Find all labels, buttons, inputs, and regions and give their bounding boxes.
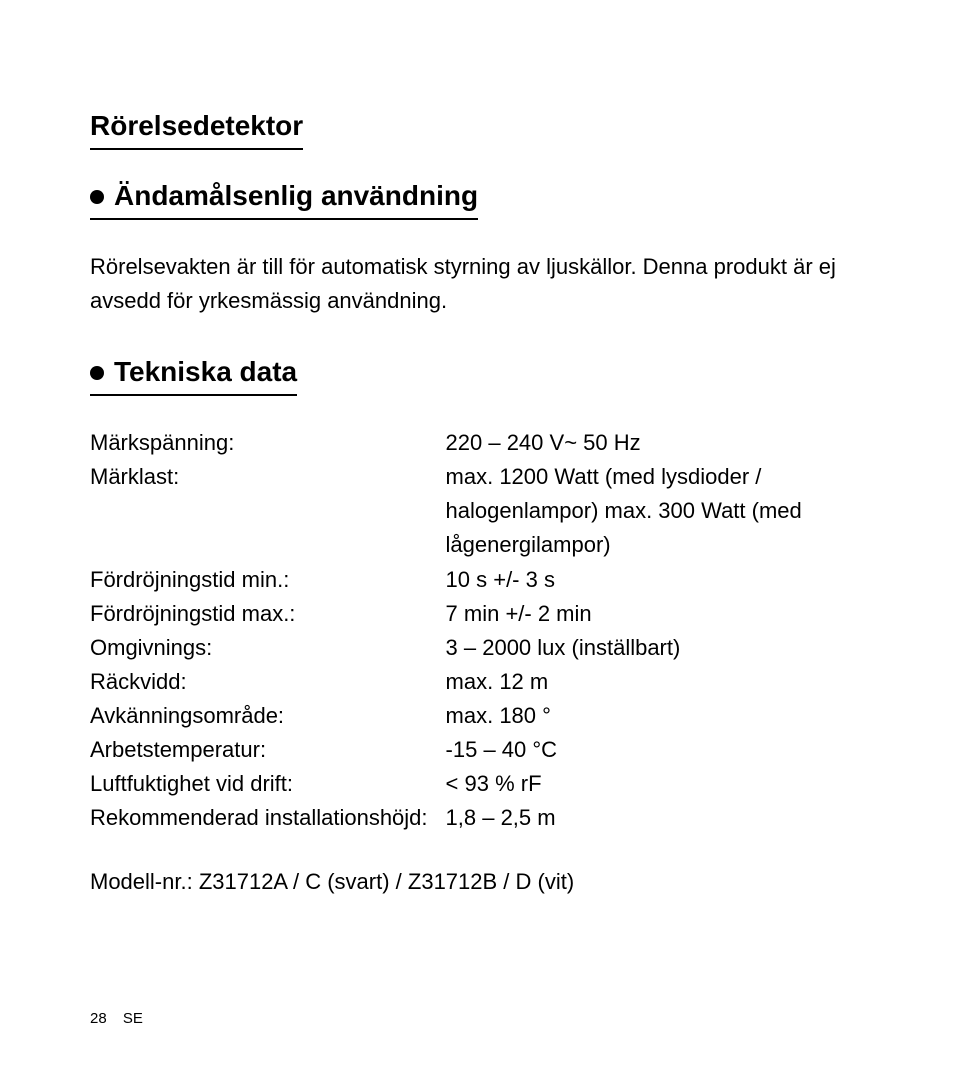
spec-label: Räckvidd: [90,665,446,699]
model-number: Modell-nr.: Z31712A / C (svart) / Z31712… [90,865,864,899]
spec-label: Avkänningsområde: [90,699,446,733]
spec-row: Märklast: max. 1200 Watt (med lysdioder … [90,460,864,562]
intended-use-paragraph: Rörelsevakten är till för automatisk sty… [90,250,864,318]
bullet-icon [90,190,104,204]
spec-label: Fördröjningstid max.: [90,597,446,631]
spec-table: Märkspänning: 220 – 240 V~ 50 Hz Märklas… [90,426,864,835]
page-lang: SE [123,1010,143,1027]
spec-row: Luftfuktighet vid drift: < 93 % rF [90,767,864,801]
spec-label: Märkspänning: [90,426,446,460]
spec-value: max. 180 ° [446,699,864,733]
section-heading-tech-data: Tekniska data [90,356,297,396]
section-heading-text: Ändamålsenlig användning [114,180,478,212]
spec-row: Omgivnings: 3 – 2000 lux (inställbart) [90,631,864,665]
spec-label: Arbetstemperatur: [90,733,446,767]
document-page: Rörelsedetektor Ändamålsenlig användning… [0,0,954,1067]
spec-row: Fördröjningstid max.: 7 min +/- 2 min [90,597,864,631]
spec-value: max. 12 m [446,665,864,699]
spec-row: Avkänningsområde: max. 180 ° [90,699,864,733]
spec-label: Omgivnings: [90,631,446,665]
spec-label: Fördröjningstid min.: [90,563,446,597]
spec-row: Räckvidd: max. 12 m [90,665,864,699]
spec-label: Luftfuktighet vid drift: [90,767,446,801]
spec-value: 7 min +/- 2 min [446,597,864,631]
spec-row: Arbetstemperatur: -15 – 40 °C [90,733,864,767]
section-heading-text: Tekniska data [114,356,297,388]
section-heading-intended-use: Ändamålsenlig användning [90,180,478,220]
page-footer: 28 SE [90,1010,143,1027]
spec-row: Fördröjningstid min.: 10 s +/- 3 s [90,563,864,597]
spec-value: 10 s +/- 3 s [446,563,864,597]
page-title: Rörelsedetektor [90,110,303,150]
spec-row: Rekommenderad installationshöjd: 1,8 – 2… [90,801,864,835]
spec-row: Märkspänning: 220 – 240 V~ 50 Hz [90,426,864,460]
spec-value: max. 1200 Watt (med lysdioder / halogenl… [446,460,864,562]
spec-value: < 93 % rF [446,767,864,801]
spec-label: Rekommenderad installationshöjd: [90,801,446,835]
spec-value: 1,8 – 2,5 m [446,801,864,835]
spec-value: 220 – 240 V~ 50 Hz [446,426,864,460]
bullet-icon [90,366,104,380]
spec-label: Märklast: [90,460,446,562]
spec-value: -15 – 40 °C [446,733,864,767]
spec-value: 3 – 2000 lux (inställbart) [446,631,864,665]
page-number: 28 [90,1010,107,1027]
